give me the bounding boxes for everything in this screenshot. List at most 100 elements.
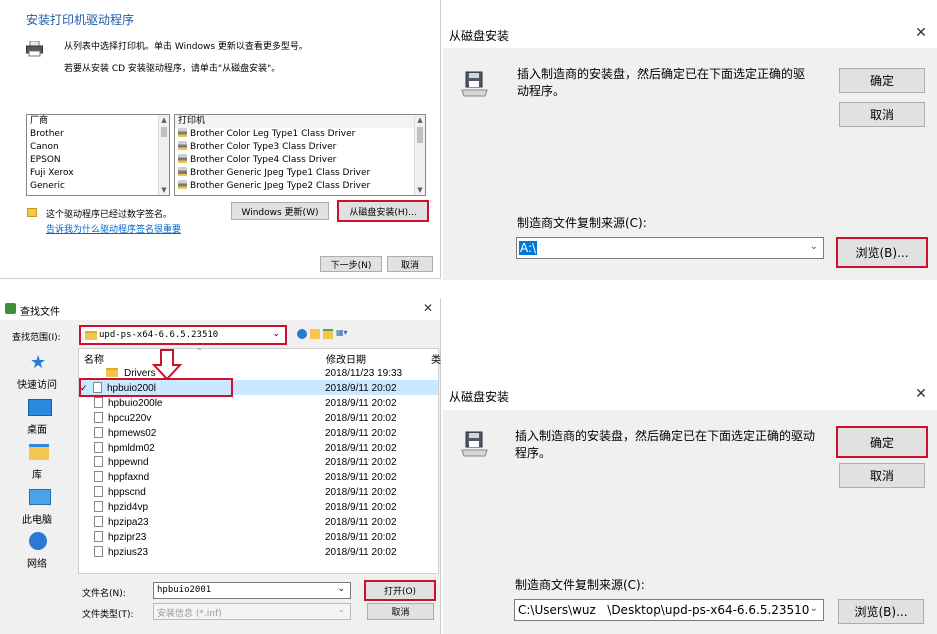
- sidebar-item-library[interactable]: 库: [6, 466, 68, 481]
- copy-source-value[interactable]: A:\: [519, 241, 538, 255]
- file-row[interactable]: hpzipa23 2018/9/11 20:02: [82, 515, 439, 530]
- file-row[interactable]: hpmews02 2018/9/11 20:02: [82, 426, 439, 441]
- setup-file-icon: [94, 501, 103, 513]
- filename-combobox[interactable]: hpbuio2001 ⌄: [153, 582, 351, 599]
- file-date: 2018/9/11 20:02: [325, 427, 397, 439]
- next-button[interactable]: 下一步(N): [320, 256, 382, 272]
- have-disk-button[interactable]: 从磁盘安装(H)...: [337, 200, 429, 222]
- cancel-button[interactable]: 取消: [839, 463, 925, 488]
- file-name-text: hppscnd: [108, 487, 146, 499]
- setup-file-icon: [94, 396, 103, 408]
- file-row[interactable]: hpzid4vp 2018/9/11 20:02: [82, 500, 439, 515]
- file-date: 2018/9/11 20:02: [325, 382, 397, 394]
- printer-list[interactable]: 打印机 Brother Color Leg Type1 Class Driver…: [174, 114, 426, 196]
- filename-value[interactable]: hpbuio2001: [157, 585, 211, 595]
- manufacturer-item[interactable]: EPSON: [27, 154, 169, 167]
- file-name-text: hpbuio200l: [107, 382, 156, 394]
- file-row[interactable]: ✓ hpbuio200l 2018/9/11 20:02: [80, 381, 439, 396]
- file-row[interactable]: hppewnd 2018/9/11 20:02: [82, 455, 439, 470]
- driver-signing-link[interactable]: 告诉我为什么驱动程序签名很重要: [46, 222, 181, 235]
- up-folder-icon[interactable]: [310, 329, 320, 339]
- sidebar-item-this-pc[interactable]: 此电脑: [6, 511, 68, 526]
- cancel-button[interactable]: 取消: [839, 102, 925, 127]
- windows-update-button[interactable]: Windows 更新(W): [231, 202, 329, 220]
- cancel-button[interactable]: 取消: [367, 603, 434, 620]
- view-menu-icon[interactable]: ▦▾: [336, 328, 352, 339]
- manufacturer-list[interactable]: 厂商 Brother Canon EPSON Fuji Xerox Generi…: [26, 114, 170, 196]
- file-row[interactable]: hpzius23 2018/9/11 20:02: [82, 545, 439, 560]
- cancel-button[interactable]: 取消: [387, 256, 433, 272]
- file-name: hppewnd: [94, 455, 149, 470]
- manufacturer-scrollbar[interactable]: ▲ ▼: [158, 115, 169, 195]
- file-date: 2018/9/11 20:02: [325, 487, 397, 499]
- sidebar-item-network[interactable]: 网络: [6, 555, 68, 570]
- column-header-name[interactable]: 名称: [84, 351, 104, 366]
- locate-file-icon: [5, 303, 16, 314]
- chevron-down-icon[interactable]: ⌄: [272, 329, 280, 339]
- printer-item[interactable]: Brother Generic Jpeg Type1 Class Driver: [175, 167, 425, 180]
- scroll-down-icon[interactable]: ▼: [415, 185, 425, 195]
- copy-source-value[interactable]: C:\Users\wuz \Desktop\upd-ps-x64-6.6.5.2…: [518, 603, 809, 617]
- file-date: 2018/9/11 20:02: [325, 472, 397, 484]
- look-in-combobox[interactable]: upd-ps-x64-6.6.5.23510 ⌄: [79, 325, 287, 345]
- close-icon[interactable]: ✕: [420, 301, 436, 315]
- manufacturer-item[interactable]: Brother: [27, 128, 169, 141]
- ok-button[interactable]: 确定: [839, 68, 925, 93]
- manufacturer-item[interactable]: Generic: [27, 180, 169, 193]
- scroll-thumb[interactable]: [161, 127, 167, 137]
- column-header-type[interactable]: 类: [431, 351, 441, 366]
- chevron-down-icon[interactable]: ⌄: [810, 241, 818, 252]
- dialog-titlebar: 查找文件 ✕: [0, 298, 440, 320]
- file-row[interactable]: hppscnd 2018/9/11 20:02: [82, 485, 439, 500]
- chevron-down-icon[interactable]: ⌄: [337, 584, 345, 594]
- browse-button[interactable]: 浏览(B)...: [836, 237, 928, 268]
- printer-scrollbar[interactable]: ▲ ▼: [414, 115, 425, 195]
- file-row[interactable]: hpmldm02 2018/9/11 20:02: [82, 441, 439, 456]
- checkbox-icon[interactable]: ✓: [80, 381, 88, 396]
- scroll-down-icon[interactable]: ▼: [159, 185, 169, 195]
- floppy-disk-icon: [461, 431, 488, 457]
- chevron-down-icon[interactable]: ⌄: [337, 605, 345, 615]
- printer-item[interactable]: Brother Generic Jpeg Type2 Class Driver: [175, 180, 425, 193]
- printer-item[interactable]: Brother Color Type4 Class Driver: [175, 154, 425, 167]
- copy-source-combobox[interactable]: C:\Users\wuz \Desktop\upd-ps-x64-6.6.5.2…: [514, 599, 824, 621]
- file-row[interactable]: hpcu220v 2018/9/11 20:02: [82, 411, 439, 426]
- setup-file-icon: [94, 516, 103, 527]
- open-button[interactable]: 打开(O): [364, 580, 436, 601]
- printer-item[interactable]: Brother Color Leg Type1 Class Driver: [175, 128, 425, 141]
- browse-button[interactable]: 浏览(B)...: [838, 599, 924, 624]
- file-name: hppfaxnd: [94, 470, 149, 485]
- setup-file-icon: [94, 411, 103, 423]
- sidebar-item-desktop[interactable]: 桌面: [6, 421, 68, 436]
- column-header-date[interactable]: 修改日期: [326, 351, 366, 366]
- manufacturer-item[interactable]: Fuji Xerox: [27, 167, 169, 180]
- copy-source-combobox[interactable]: A:\ ⌄: [516, 237, 824, 259]
- file-row[interactable]: hpzipr23 2018/9/11 20:02: [82, 530, 439, 545]
- look-in-value: upd-ps-x64-6.6.5.23510: [99, 330, 219, 340]
- sidebar-item-quick-access[interactable]: 快速访问: [6, 376, 68, 391]
- file-name-text: hpzid4vp: [108, 502, 149, 514]
- back-icon[interactable]: [297, 329, 307, 339]
- chevron-down-icon[interactable]: ⌄: [810, 603, 818, 614]
- printer-item[interactable]: Brother Color Type3 Class Driver: [175, 141, 425, 154]
- filename-label: 文件名(N):: [82, 589, 126, 599]
- close-icon[interactable]: ✕: [913, 386, 929, 402]
- file-date: 2018/9/11 20:02: [325, 412, 397, 424]
- new-folder-icon[interactable]: [323, 329, 333, 339]
- dialog-title: 查找文件: [20, 307, 60, 318]
- manufacturer-item[interactable]: Canon: [27, 141, 169, 154]
- file-name-text: hpzius23: [108, 546, 149, 558]
- scroll-up-icon[interactable]: ▲: [159, 115, 169, 125]
- file-name-text: hpzipa23: [108, 517, 149, 528]
- scroll-thumb[interactable]: [417, 127, 423, 143]
- ok-button[interactable]: 确定: [836, 426, 928, 458]
- file-date: 2018/9/11 20:02: [325, 397, 397, 409]
- setup-file-icon: [94, 426, 103, 438]
- scroll-up-icon[interactable]: ▲: [415, 115, 425, 125]
- folder-row[interactable]: Drivers 2018/11/23 19:33: [82, 366, 439, 381]
- file-row[interactable]: hppfaxnd 2018/9/11 20:02: [82, 470, 439, 485]
- close-icon[interactable]: ✕: [913, 25, 929, 41]
- dialog-title: 从磁盘安装: [449, 29, 510, 43]
- file-row[interactable]: hpbuio200le 2018/9/11 20:02: [82, 396, 439, 411]
- filetype-combobox[interactable]: 安装信息 (*.inf) ⌄: [153, 603, 351, 620]
